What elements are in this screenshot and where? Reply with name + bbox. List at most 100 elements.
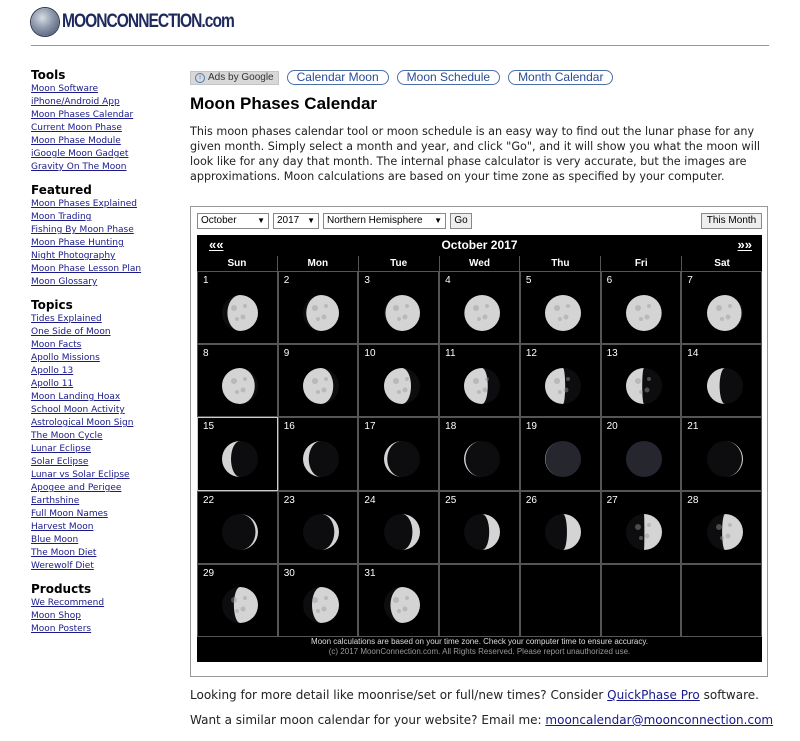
ads-by-google-badge[interactable]: i Ads by Google — [190, 70, 279, 85]
sidebar-list-item: Apogee and Perigee — [31, 482, 181, 495]
sidebar-link[interactable]: Blue Moon — [31, 535, 78, 545]
next-month-link[interactable]: »» — [738, 237, 752, 252]
moon-phase-icon — [706, 294, 743, 331]
sidebar-link[interactable]: Harvest Moon — [31, 522, 93, 532]
moon-phase-icon — [625, 440, 662, 477]
sidebar-list-item: Fishing By Moon Phase — [31, 224, 181, 237]
top-nav: i Ads by Google Calendar Moon Moon Schedu… — [190, 70, 614, 85]
dropdown-arrow-icon: ▼ — [257, 216, 265, 225]
sidebar-link[interactable]: The Moon Diet — [31, 548, 96, 558]
sidebar-link[interactable]: Lunar Eclipse — [31, 444, 91, 454]
sidebar-link[interactable]: Apollo Missions — [31, 353, 100, 363]
calendar-day-cell: 13 — [600, 344, 682, 418]
sidebar-list-item: Moon Phase Lesson Plan — [31, 263, 181, 276]
sidebar-link[interactable]: Moon Posters — [31, 624, 91, 634]
day-number: 24 — [364, 494, 376, 506]
sidebar-list-item: Moon Software — [31, 83, 181, 96]
sidebar-section-title: Tools — [31, 68, 66, 82]
moon-phase-icon — [464, 294, 501, 331]
sidebar-list-item: Solar Eclipse — [31, 456, 181, 469]
calendar-empty-cell — [681, 563, 762, 637]
sidebar-link[interactable]: Moon Trading — [31, 212, 91, 222]
sidebar-link[interactable]: Current Moon Phase — [31, 123, 122, 133]
nav-link-month-calendar[interactable]: Month Calendar — [508, 70, 614, 85]
quickphase-pro-link[interactable]: QuickPhase Pro — [607, 688, 700, 702]
sidebar-list-item: Moon Facts — [31, 339, 181, 352]
moon-phase-icon — [303, 294, 340, 331]
calendar-day-cell: 14 — [681, 344, 762, 418]
sidebar-link[interactable]: Earthshine — [31, 496, 79, 506]
sidebar-link[interactable]: School Moon Activity — [31, 405, 125, 415]
day-number: 18 — [445, 421, 457, 433]
day-number: 17 — [364, 421, 376, 433]
sidebar-link[interactable]: iPhone/Android App — [31, 97, 120, 107]
sidebar-link[interactable]: Moon Facts — [31, 340, 81, 350]
calendar-day-cell: 28 — [681, 490, 762, 564]
sidebar-link[interactable]: Apollo 13 — [31, 366, 73, 376]
sidebar-link[interactable]: Moon Landing Hoax — [31, 392, 120, 402]
info-icon: i — [195, 72, 205, 83]
sidebar-link[interactable]: One Side of Moon — [31, 327, 111, 337]
sidebar-list-item: Moon Phase Hunting — [31, 237, 181, 250]
sidebar-link[interactable]: Fishing By Moon Phase — [31, 225, 134, 235]
sidebar-link[interactable]: Gravity On The Moon — [31, 162, 126, 172]
moon-phase-icon — [383, 294, 420, 331]
sidebar-list-item: Lunar vs Solar Eclipse — [31, 469, 181, 482]
sidebar-list-item: Werewolf Diet — [31, 560, 181, 573]
nav-link-calendar-moon[interactable]: Calendar Moon — [286, 70, 389, 85]
sidebar-link[interactable]: Moon Glossary — [31, 277, 97, 287]
sidebar-link[interactable]: Full Moon Names — [31, 509, 108, 519]
sidebar-link[interactable]: iGoogle Moon Gadget — [31, 149, 128, 159]
site-header: MOONCONNECTION.com — [0, 0, 800, 46]
this-month-button[interactable]: This Month — [701, 213, 762, 229]
day-number: 16 — [283, 421, 295, 433]
email-link[interactable]: mooncalendar@moonconnection.com — [545, 713, 773, 727]
sidebar-link[interactable]: Tides Explained — [31, 314, 102, 324]
sidebar-link[interactable]: Moon Phase Module — [31, 136, 121, 146]
sidebar-link[interactable]: Moon Shop — [31, 611, 81, 621]
sidebar-link[interactable]: The Moon Cycle — [31, 431, 103, 441]
sidebar-link[interactable]: Moon Software — [31, 84, 98, 94]
sidebar-link-list: Moon Software iPhone/Android App Moon Phas… — [31, 83, 181, 174]
email-note: Want a similar moon calendar for your we… — [190, 713, 774, 727]
sidebar-link[interactable]: Astrological Moon Sign — [31, 418, 133, 428]
sidebar-link-list: Tides Explained One Side of Moon Moon Fact… — [31, 313, 181, 573]
weekday-header: Fri — [601, 256, 683, 271]
day-number: 28 — [687, 494, 699, 506]
sidebar-link[interactable]: Apogee and Perigee — [31, 483, 121, 493]
sidebar-link[interactable]: Werewolf Diet — [31, 561, 94, 571]
calendar-controls: October ▼ 2017 ▼ Northern Hemisphere ▼ Go T… — [197, 213, 762, 229]
year-select[interactable]: 2017 ▼ — [273, 213, 319, 229]
calendar-day-cell: 3 — [358, 271, 440, 345]
sidebar-list-item: Full Moon Names — [31, 508, 181, 521]
sidebar-list-item: Astrological Moon Sign — [31, 417, 181, 430]
day-number: 15 — [203, 421, 215, 433]
day-number: 3 — [364, 275, 370, 286]
moon-phase-icon — [464, 440, 501, 477]
site-logo[interactable]: MOONCONNECTION.com — [31, 8, 272, 36]
go-button[interactable]: Go — [450, 213, 472, 229]
month-select[interactable]: October ▼ — [197, 213, 269, 229]
weekday-header: Sat — [714, 258, 730, 269]
moon-phase-icon — [706, 440, 743, 477]
day-number: 6 — [606, 275, 613, 286]
sidebar-link[interactable]: Solar Eclipse — [31, 457, 88, 467]
intro-text: This moon phases calendar tool or moon s… — [190, 125, 761, 183]
sidebar-list-item: Current Moon Phase — [31, 122, 181, 135]
sidebar-link[interactable]: Moon Phase Lesson Plan — [31, 264, 141, 274]
day-number: 30 — [283, 567, 295, 579]
sidebar-link[interactable]: Night Photography — [31, 251, 115, 261]
sidebar-link[interactable]: Apollo 11 — [31, 379, 73, 389]
calendar-day-cell: 31 — [358, 563, 440, 637]
nav-link-moon-schedule[interactable]: Moon Schedule — [396, 70, 501, 85]
sidebar-link[interactable]: Moon Phases Explained — [31, 199, 137, 209]
sidebar-link[interactable]: Moon Phase Hunting — [31, 238, 124, 248]
calendar-day-cell: 10 — [358, 344, 440, 418]
sidebar-link[interactable]: Lunar vs Solar Eclipse — [31, 470, 130, 480]
day-number: 22 — [203, 494, 215, 506]
sidebar-link[interactable]: Moon Phases Calendar — [31, 110, 133, 120]
sidebar-link-list: Moon Phases Explained Moon Trading Fishing… — [31, 198, 181, 289]
sidebar-link[interactable]: We Recommend — [31, 598, 104, 608]
hemisphere-select[interactable]: Northern Hemisphere ▼ — [323, 213, 446, 229]
moon-phase-icon — [706, 367, 743, 404]
